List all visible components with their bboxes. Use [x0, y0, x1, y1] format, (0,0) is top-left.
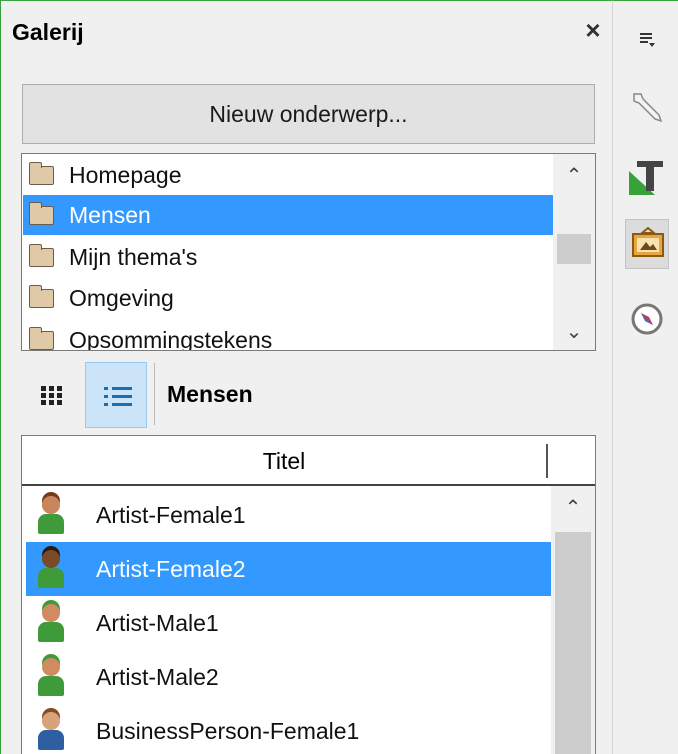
folder-icon — [29, 202, 54, 225]
list-item[interactable]: Artist-Male2 — [26, 650, 551, 704]
topic-list[interactable]: Homepage Mensen Mijn thema's Omgeving Op… — [21, 153, 596, 351]
gallery-icon[interactable] — [625, 219, 669, 269]
folder-icon — [29, 244, 54, 267]
detail-view-button[interactable] — [85, 362, 147, 428]
gallery-panel: Galerij × Nieuw onderwerp... Homepage Me… — [0, 0, 612, 754]
list-icon — [104, 385, 132, 409]
list-item[interactable]: Artist-Male1 — [26, 596, 551, 650]
scroll-thumb[interactable] — [555, 532, 591, 754]
view-toolbar: Mensen — [21, 359, 596, 431]
topic-label: Opsommingstekens — [69, 327, 273, 351]
list-item[interactable]: Artist-Female2 — [26, 542, 551, 596]
topic-scrollbar[interactable]: ⌃ ⌄ — [553, 154, 595, 350]
list-item-label: Artist-Female2 — [96, 556, 246, 582]
person-icon — [36, 656, 66, 698]
new-topic-button[interactable]: Nieuw onderwerp... — [22, 84, 595, 144]
gallery-item-list[interactable]: Titel Artist-Female1 Artist-Female2 Arti… — [21, 435, 596, 754]
column-header: Titel — [22, 436, 595, 486]
list-item[interactable]: BusinessPerson-Female1 — [26, 704, 551, 754]
close-icon[interactable]: × — [579, 15, 607, 45]
navigator-icon[interactable] — [625, 297, 669, 341]
topic-item-mensen[interactable]: Mensen — [23, 195, 553, 235]
person-icon — [36, 548, 66, 590]
properties-wrench-icon[interactable] — [625, 85, 669, 129]
topic-label: Homepage — [69, 162, 182, 188]
icon-view-button[interactable] — [21, 362, 83, 428]
topic-item-homepage[interactable]: Homepage — [23, 155, 553, 195]
folder-icon — [29, 285, 54, 308]
topic-label: Mensen — [69, 202, 151, 228]
topic-item-omgeving[interactable]: Omgeving — [23, 278, 553, 318]
topic-label: Omgeving — [69, 285, 174, 311]
panel-title: Galerij — [12, 19, 84, 45]
list-item-label: Artist-Female1 — [96, 502, 246, 528]
person-icon — [36, 602, 66, 644]
topic-label: Mijn thema's — [69, 244, 198, 270]
sidebar-tab-bar — [612, 0, 678, 754]
chevron-up-icon[interactable]: ⌃ — [551, 488, 595, 528]
list-item-label: Artist-Male1 — [96, 610, 219, 636]
folder-icon — [29, 327, 54, 350]
list-item[interactable]: Artist-Female1 — [26, 488, 551, 542]
folder-icon — [29, 162, 54, 185]
chevron-up-icon[interactable]: ⌃ — [553, 156, 595, 196]
chevron-down-icon[interactable]: ⌄ — [553, 312, 595, 350]
person-icon — [36, 494, 66, 536]
scroll-thumb[interactable] — [557, 234, 591, 264]
styles-icon[interactable] — [625, 155, 669, 199]
panel-title-bar: Galerij × — [1, 1, 612, 61]
list-item-label: BusinessPerson-Female1 — [96, 718, 360, 744]
sidebar-menu-icon[interactable] — [625, 21, 669, 57]
toolbar-divider — [154, 363, 155, 425]
item-scrollbar[interactable]: ⌃ — [551, 486, 595, 754]
topic-item-mijn-themas[interactable]: Mijn thema's — [23, 237, 553, 277]
person-icon — [36, 710, 66, 752]
current-topic-title: Mensen — [167, 381, 253, 407]
column-header-title[interactable]: Titel — [22, 436, 546, 484]
list-item-label: Artist-Male2 — [96, 664, 219, 690]
grid-icon — [41, 386, 63, 406]
column-divider[interactable] — [546, 444, 548, 478]
topic-item-opsommingstekens[interactable]: Opsommingstekens — [23, 320, 553, 351]
